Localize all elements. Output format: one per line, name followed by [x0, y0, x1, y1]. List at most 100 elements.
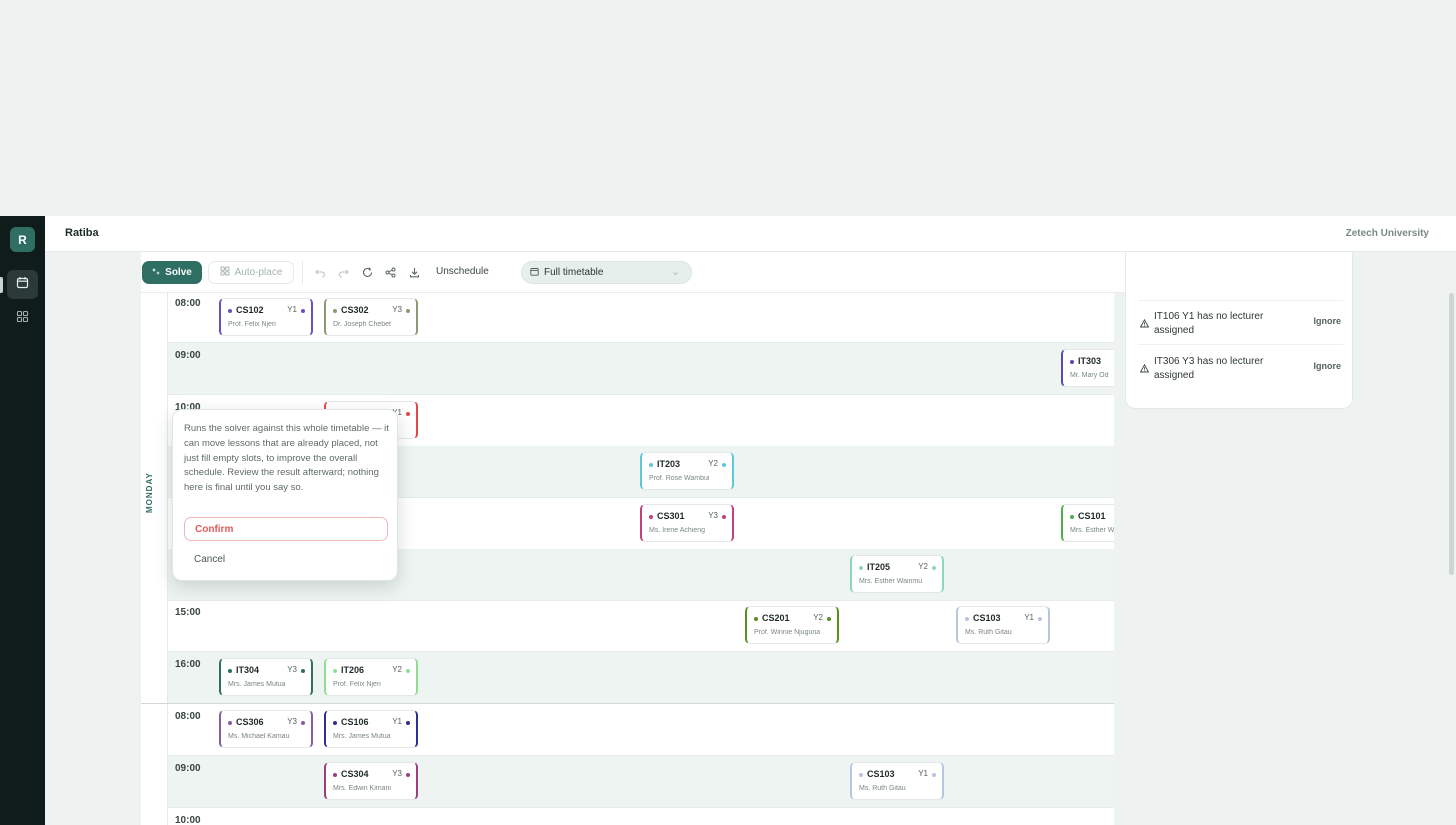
view-select[interactable]: Full timetable: [521, 261, 692, 284]
year-badge: Y1: [392, 717, 402, 726]
popover-description: Runs the solver against this whole timet…: [184, 423, 389, 494]
year-dot: [406, 669, 410, 673]
time-row[interactable]: 09:00: [168, 756, 1114, 808]
course-code: CS304: [341, 769, 369, 779]
day-column-monday: MONDAY: [141, 293, 168, 704]
ignore-button[interactable]: Ignore: [1313, 361, 1341, 371]
lesson-card[interactable]: IT203 Y2 Prof. Rose Wambui: [640, 452, 734, 490]
course-code: CS103: [867, 769, 895, 779]
lesson-card[interactable]: CS103 Y1 Ms. Ruth Gitau: [956, 606, 1050, 644]
unschedule-button[interactable]: Unschedule: [436, 266, 489, 277]
warning-icon: [1139, 360, 1150, 378]
year-dot: [406, 721, 410, 725]
redo-icon[interactable]: [336, 265, 350, 279]
course-code: CS302: [341, 305, 369, 315]
lecturer-name: Ms. Irene Achieng: [649, 527, 706, 534]
time-label: 15:00: [175, 607, 201, 618]
course-code: CS101: [1078, 511, 1106, 521]
lesson-card[interactable]: IT205 Y2 Mrs. Esther Wairimu: [850, 555, 944, 593]
nav-grid[interactable]: [7, 304, 38, 333]
workspace-avatar[interactable]: R: [10, 227, 35, 252]
time-label: 08:00: [175, 711, 201, 722]
lesson-card[interactable]: IT303 Mr. Mary Od: [1061, 349, 1114, 387]
year-dot: [301, 669, 305, 673]
lecturer-name: Mrs. Esther Wairimu: [859, 578, 923, 585]
lecturer-name: Mr. Mary Od: [1070, 372, 1109, 379]
organization-name: Zetech University: [1345, 228, 1429, 239]
lesson-card[interactable]: CS306 Y3 Ms. Michael Kamau: [219, 710, 313, 748]
download-icon[interactable]: [407, 265, 421, 279]
time-label: 08:00: [175, 298, 201, 309]
toolbar-divider: [302, 261, 303, 284]
course-dot: [228, 669, 232, 673]
cancel-button[interactable]: Cancel: [194, 554, 225, 565]
share-icon[interactable]: [383, 265, 397, 279]
course-dot: [859, 773, 863, 777]
year-badge: Y3: [392, 769, 402, 778]
issue-item: IT106 Y1 has no lecturer assigned Ignore: [1138, 310, 1343, 340]
lecturer-name: Mrs. Edwin Kimani: [333, 785, 391, 792]
course-dot: [333, 309, 337, 313]
lesson-card[interactable]: CS103 Y1 Ms. Ruth Gitau: [850, 762, 944, 800]
year-badge: Y2: [918, 562, 928, 571]
issue-divider: [1138, 300, 1343, 301]
issues-panel: IT106 Y1 has no lecturer assigned Ignore…: [1125, 252, 1353, 409]
year-dot: [932, 566, 936, 570]
course-dot: [965, 617, 969, 621]
lesson-card[interactable]: CS102 Y1 Prof. Felix Njeri: [219, 298, 313, 336]
course-dot: [649, 463, 653, 467]
refresh-icon[interactable]: [360, 265, 374, 279]
lecturer-name: Prof. Felix Njeri: [228, 321, 276, 328]
lesson-card[interactable]: IT304 Y3 Mrs. James Mutua: [219, 658, 313, 696]
lesson-card[interactable]: CS302 Y3 Dr. Joseph Chebet: [324, 298, 418, 336]
lesson-card[interactable]: CS301 Y3 Ms. Irene Achieng: [640, 504, 734, 542]
year-badge: Y3: [287, 717, 297, 726]
course-dot: [333, 669, 337, 673]
timetable-toolbar: Solve Auto-place Unschedule Full timetab…: [141, 252, 1128, 293]
year-dot: [932, 773, 936, 777]
nav-timetable[interactable]: [7, 270, 38, 299]
auto-place-button[interactable]: Auto-place: [208, 261, 294, 284]
year-badge: Y2: [392, 665, 402, 674]
lecturer-name: Prof. Rose Wambui: [649, 475, 710, 482]
confirm-button[interactable]: Confirm: [184, 517, 388, 541]
lecturer-name: Mrs. James Mutua: [333, 733, 391, 740]
year-dot: [406, 412, 410, 416]
time-row[interactable]: 09:00: [168, 343, 1114, 395]
lecturer-name: Ms. Ruth Gitau: [859, 785, 906, 792]
course-code: CS201: [762, 613, 790, 623]
course-dot: [1070, 515, 1074, 519]
issue-message: IT306 Y3 has no lecturer assigned: [1154, 356, 1264, 381]
lesson-card[interactable]: CS304 Y3 Mrs. Edwin Kimani: [324, 762, 418, 800]
year-dot: [827, 617, 831, 621]
lecturer-name: Mrs. James Mutua: [228, 681, 286, 688]
course-code: CS102: [236, 305, 264, 315]
time-label: 09:00: [175, 350, 201, 361]
lecturer-name: Dr. Joseph Chebet: [333, 321, 391, 328]
year-dot: [722, 463, 726, 467]
lecturer-name: Ms. Michael Kamau: [228, 733, 290, 740]
course-code: IT303: [1078, 356, 1102, 366]
course-code: IT206: [341, 665, 365, 675]
warning-icon: [1139, 315, 1150, 333]
lesson-card[interactable]: CS101 Mrs. Esther W: [1061, 504, 1114, 542]
time-row[interactable]: 10:00: [168, 808, 1114, 825]
lesson-card[interactable]: IT206 Y2 Prof. Felix Njeri: [324, 658, 418, 696]
undo-icon[interactable]: [313, 265, 327, 279]
ignore-button[interactable]: Ignore: [1313, 316, 1341, 326]
year-dot: [722, 515, 726, 519]
lesson-card[interactable]: CS106 Y1 Mrs. James Mutua: [324, 710, 418, 748]
active-nav-marker: [0, 277, 3, 293]
lesson-card[interactable]: CS201 Y2 Prof. Winnie Njuguna: [745, 606, 839, 644]
course-dot: [859, 566, 863, 570]
scrollbar-thumb[interactable]: [1449, 293, 1454, 575]
year-dot: [301, 309, 305, 313]
course-code: IT203: [657, 459, 681, 469]
course-dot: [754, 617, 758, 621]
solve-button[interactable]: Solve: [142, 261, 202, 284]
lecturer-name: Prof. Winnie Njuguna: [754, 629, 821, 636]
course-code: CS103: [973, 613, 1001, 623]
year-badge: Y3: [708, 511, 718, 520]
year-badge: Y1: [1024, 613, 1034, 622]
time-label: 16:00: [175, 659, 201, 670]
